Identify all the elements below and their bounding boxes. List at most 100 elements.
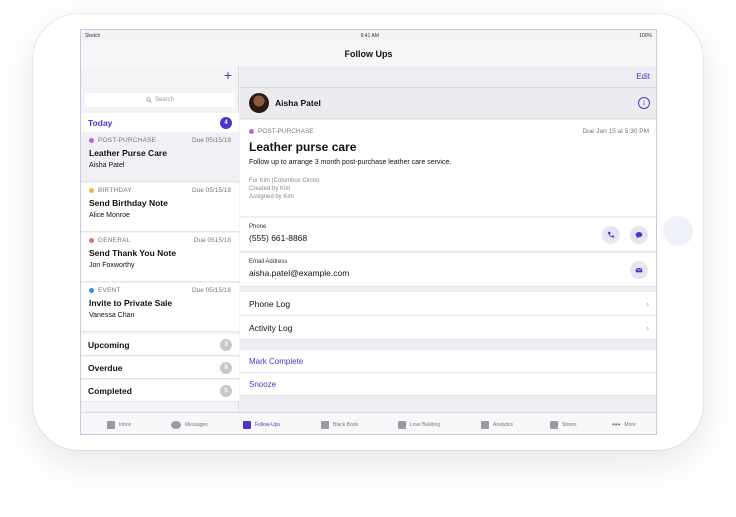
client-name: Aisha Patel <box>275 98 321 108</box>
home-button[interactable] <box>663 216 693 246</box>
group-label: Completed <box>88 385 132 396</box>
tab-love-building[interactable]: Love Building <box>398 413 441 435</box>
item-due: Due 05/15/18 <box>191 287 231 294</box>
tab-label: Messages <box>185 421 208 428</box>
search-placeholder: Search <box>154 97 174 103</box>
list-icon <box>243 420 251 429</box>
search-input[interactable]: Search <box>85 93 235 107</box>
info-icon[interactable]: i <box>638 97 650 109</box>
item-category: EVENT <box>98 287 121 294</box>
detail-created: Created by Kim <box>249 186 291 192</box>
tab-inbox[interactable]: Inbox <box>107 413 131 435</box>
email-button[interactable] <box>630 261 648 279</box>
chat-bubble-icon <box>635 231 643 239</box>
group-count-badge: 3 <box>220 338 232 351</box>
group-count-badge: 5 <box>220 384 232 397</box>
group-label: Upcoming <box>88 339 130 350</box>
detail-pane: Edit Aisha Patel i POST-PURCHASE Due Jan… <box>240 66 656 412</box>
item-title: Invite to Private Sale <box>89 298 173 308</box>
category-dot <box>89 188 94 193</box>
list-item[interactable]: EVENT Due 05/15/18 Invite to Private Sale… <box>81 283 239 332</box>
category-dot <box>89 138 94 143</box>
phone-icon <box>607 231 615 238</box>
tab-analytics[interactable]: Analytics <box>481 413 514 435</box>
tab-follow-ups[interactable]: Follow-Ups <box>243 413 281 435</box>
app-screen: Sketch 9:41 AM 100% Follow Ups + Search … <box>80 29 657 435</box>
activity-log-label: Activity Log <box>249 322 293 333</box>
detail-due: Due Jan 15 at 5:30 PM <box>582 128 650 135</box>
category-dot <box>249 129 254 134</box>
item-person: Alice Monroe <box>89 212 130 219</box>
store-icon <box>550 420 558 429</box>
add-button[interactable]: + <box>224 68 232 82</box>
phone-log-row[interactable]: Phone Log › <box>240 292 656 316</box>
mark-complete-button[interactable]: Mark Complete <box>240 350 656 373</box>
tab-black-book[interactable]: Black Book <box>321 413 359 435</box>
detail-category: POST-PURCHASE <box>258 128 314 135</box>
envelope-icon <box>635 267 643 273</box>
email-label: Email Address <box>249 259 288 265</box>
tab-label: Analytics <box>493 421 514 428</box>
detail-assigned: Assigned by Kim <box>249 194 294 200</box>
nav-bar: Follow Ups <box>81 41 656 66</box>
edit-button[interactable]: Edit <box>636 72 650 81</box>
snooze-button[interactable]: Snooze <box>240 373 656 396</box>
avatar[interactable] <box>249 93 269 113</box>
section-today[interactable]: Today 4 <box>81 113 239 132</box>
item-due: Due 05/15/18 <box>191 137 231 144</box>
message-button[interactable] <box>630 226 648 244</box>
item-due: Due 0515/18 <box>193 237 231 244</box>
detail-for: For Kim (Columbus Circle) <box>249 178 320 184</box>
chevron-right-icon: › <box>646 298 649 309</box>
tab-label: Stores <box>562 421 577 428</box>
item-title: Send Birthday Note <box>89 198 168 208</box>
more-icon: ••• <box>612 420 621 429</box>
call-button[interactable] <box>602 226 620 244</box>
tab-label: More <box>624 421 636 428</box>
carrier-label: Sketch <box>85 32 101 39</box>
tab-label: Black Book <box>333 421 359 428</box>
item-category: POST-PURCHASE <box>98 137 157 144</box>
category-dot <box>89 288 94 293</box>
detail-title: Leather purse care <box>249 140 357 154</box>
list-item[interactable]: BIRTHDAY Due 05/15/18 Send Birthday Note … <box>81 183 239 232</box>
follow-up-list-pane: + Search Today 4 POST-PURCHASE Due 05/15/… <box>81 66 239 412</box>
bar-chart-icon <box>481 420 489 429</box>
mark-complete-label: Mark Complete <box>249 356 304 366</box>
group-overdue[interactable]: Overdue 6 <box>81 357 239 379</box>
group-completed[interactable]: Completed 5 <box>81 380 239 402</box>
tab-more[interactable]: ••• More <box>612 413 636 435</box>
list-item[interactable]: POST-PURCHASE Due 05/15/18 Leather Purse … <box>81 133 239 182</box>
item-title: Leather Purse Care <box>89 148 167 158</box>
item-title: Send Thank You Note <box>89 248 177 258</box>
tab-bar: Inbox Messages Follow-Ups Black Book Lov… <box>81 412 656 435</box>
tab-messages[interactable]: Messages <box>171 413 208 435</box>
tab-label: Love Building <box>410 421 441 428</box>
group-count-badge: 6 <box>220 361 232 374</box>
item-person: Jon Foxworthy <box>89 262 135 269</box>
contact-book-icon <box>321 420 329 429</box>
tab-stores[interactable]: Stores <box>550 413 577 435</box>
battery-label: 100% <box>639 32 652 39</box>
item-category: BIRTHDAY <box>98 187 132 194</box>
chevron-right-icon: › <box>646 322 649 333</box>
phone-log-label: Phone Log <box>249 298 291 309</box>
list-item[interactable]: GENERAL Due 0515/18 Send Thank You Note J… <box>81 233 239 282</box>
email-value: aisha.patel@example.com <box>249 268 350 278</box>
tab-label: Follow-Ups <box>255 421 281 428</box>
grid-icon <box>398 420 406 429</box>
group-upcoming[interactable]: Upcoming 3 <box>81 334 239 356</box>
detail-description: Follow up to arrange 3 month post-purcha… <box>249 159 452 166</box>
snooze-label: Snooze <box>249 379 277 389</box>
item-person: Vanessa Chan <box>89 312 135 319</box>
item-due: Due 05/15/18 <box>191 187 231 194</box>
search-icon <box>146 97 152 103</box>
today-count-badge: 4 <box>220 116 232 129</box>
phone-value: (555) 661-8868 <box>249 233 308 243</box>
page-title: Follow Ups <box>344 48 393 59</box>
category-dot <box>89 238 94 243</box>
inbox-icon <box>107 420 115 429</box>
follow-up-detail: POST-PURCHASE Due Jan 15 at 5:30 PM Leat… <box>240 120 656 216</box>
email-row: Email Address aisha.patel@example.com <box>240 253 656 287</box>
activity-log-row[interactable]: Activity Log › <box>240 316 656 340</box>
